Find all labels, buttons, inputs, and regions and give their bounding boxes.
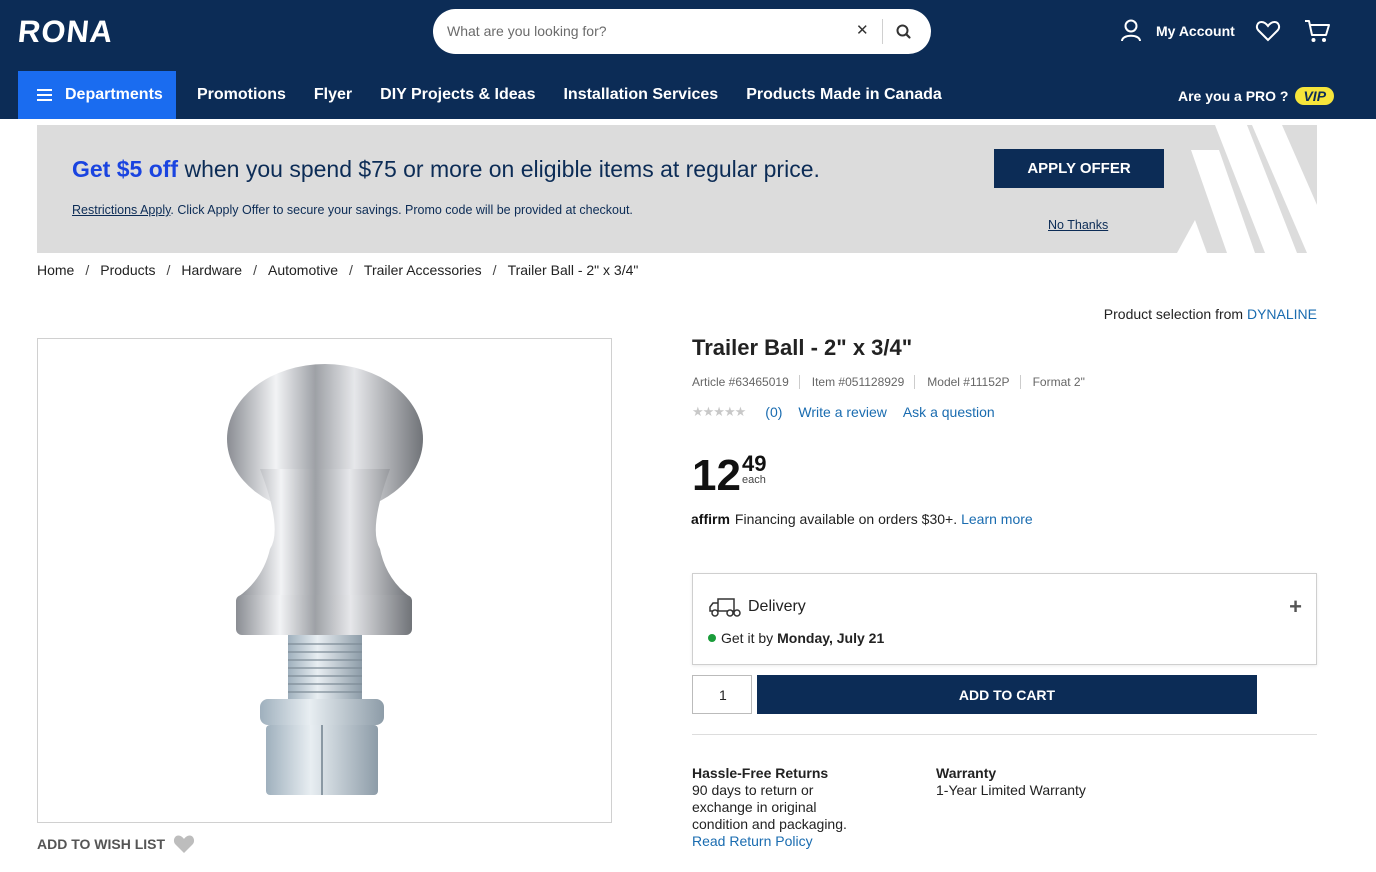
divider <box>692 734 1317 735</box>
decorative-stripes <box>1177 125 1317 253</box>
cart-button[interactable] <box>1303 18 1331 49</box>
nav-links: Promotions Flyer DIY Projects & Ideas In… <box>197 86 970 104</box>
clear-search-button[interactable]: ✕ <box>856 21 869 39</box>
search-bar: ✕ <box>433 9 931 54</box>
breadcrumb-separator: / <box>492 262 497 278</box>
search-divider <box>882 19 883 44</box>
warranty-title: Warranty <box>936 765 997 781</box>
brand-link[interactable]: DYNALINE <box>1247 306 1317 322</box>
wishlist-button[interactable] <box>1255 19 1281 48</box>
breadcrumb-automotive[interactable]: Automotive <box>268 262 338 278</box>
affirm-text: Financing available on orders $30+. <box>734 511 958 527</box>
pro-link[interactable]: Are you a PRO ? VIP <box>1178 87 1335 105</box>
breadcrumb-separator: / <box>349 262 353 278</box>
breadcrumb-current: Trailer Ball - 2" x 3/4" <box>507 262 639 278</box>
rating-row: ★★★★★ (0) Write a review Ask a question <box>692 404 1011 420</box>
eta-prefix: Get it by <box>721 630 774 646</box>
returns-title: Hassle-Free Returns <box>692 765 829 781</box>
heart-icon <box>1255 20 1281 42</box>
returns-info: Hassle-Free Returns 90 days to return or… <box>692 765 867 850</box>
selection-prefix: Product selection from <box>1103 306 1247 322</box>
price: 12 49 each <box>692 452 766 500</box>
delivery-header: Delivery <box>708 596 806 618</box>
product-selection: Product selection from DYNALINE <box>1104 306 1317 322</box>
user-icon <box>1121 19 1141 42</box>
my-account-label: My Account <box>1156 23 1235 39</box>
nav-link-diy-projects[interactable]: DIY Projects & Ideas <box>380 86 535 104</box>
write-review-link[interactable]: Write a review <box>798 404 886 420</box>
delivery-eta: Get it by Monday, July 21 <box>708 630 884 646</box>
my-account-link[interactable]: My Account <box>1120 19 1235 43</box>
format-value: Format 2" <box>1032 375 1085 389</box>
item-number: Item #051128929 <box>812 375 916 389</box>
search-button[interactable] <box>893 21 915 43</box>
model-number: Model #11152P <box>927 375 1021 389</box>
breadcrumb-hardware[interactable]: Hardware <box>181 262 242 278</box>
breadcrumb-home[interactable]: Home <box>37 262 74 278</box>
heart-icon <box>174 835 195 853</box>
price-cents: 49 <box>741 451 767 476</box>
add-to-cart-button[interactable]: ADD TO CART <box>757 675 1257 714</box>
promo-subtext-body: . Click Apply Offer to secure your savin… <box>170 203 633 217</box>
warranty-text: 1-Year Limited Warranty <box>936 782 1086 798</box>
promo-banner: Get $5 off when you spend $75 or more on… <box>37 125 1317 253</box>
vip-badge: VIP <box>1295 87 1335 105</box>
rona-logo[interactable]: RONA <box>16 14 115 50</box>
nav-link-installation-services[interactable]: Installation Services <box>563 86 718 104</box>
breadcrumb-separator: / <box>166 262 171 278</box>
nav-link-promotions[interactable]: Promotions <box>197 86 286 104</box>
quantity-input[interactable]: 1 <box>692 675 752 714</box>
breadcrumb-products[interactable]: Products <box>100 262 155 278</box>
breadcrumb-separator: / <box>253 262 257 278</box>
promo-headline: Get $5 off when you spend $75 or more on… <box>72 156 820 183</box>
promo-highlight: Get $5 off <box>72 156 179 182</box>
cart-icon <box>1305 20 1330 42</box>
affirm-financing: affirm Financing available on orders $30… <box>691 511 1033 527</box>
warranty-info: Warranty 1-Year Limited Warranty <box>936 765 1086 799</box>
eta-date: Monday, July 21 <box>777 630 885 646</box>
promo-headline-text: when you spend $75 or more on eligible i… <box>178 156 820 182</box>
site-header: RONA ✕ My Account Departments Promotions… <box>0 0 1376 119</box>
promo-subtext: Restrictions Apply. Click Apply Offer to… <box>72 203 633 217</box>
breadcrumb-trailer-accessories[interactable]: Trailer Accessories <box>364 262 482 278</box>
price-unit: each <box>741 474 766 486</box>
menu-icon <box>37 86 52 104</box>
delivery-panel[interactable]: Delivery + Get it by Monday, July 21 <box>692 573 1317 665</box>
article-number: Article #63465019 <box>692 375 800 389</box>
search-input[interactable] <box>447 20 827 42</box>
affirm-logo: affirm <box>691 511 730 527</box>
add-to-wish-list-button[interactable]: ADD TO WISH LIST <box>37 834 195 854</box>
trailer-ball-image <box>227 364 423 795</box>
product-identifiers: Article #63465019 Item #051128929 Model … <box>692 375 1107 389</box>
ask-question-link[interactable]: Ask a question <box>903 404 995 420</box>
delivery-title: Delivery <box>748 598 806 615</box>
restrictions-link[interactable]: Restrictions Apply <box>72 203 170 217</box>
nav-link-made-in-canada[interactable]: Products Made in Canada <box>746 86 942 104</box>
product-image-frame[interactable] <box>37 338 612 823</box>
expand-delivery-icon[interactable]: + <box>1289 594 1302 620</box>
departments-button[interactable]: Departments <box>18 71 176 119</box>
star-rating-icon: ★★★★★ <box>692 404 746 419</box>
learn-more-link[interactable]: Learn more <box>961 511 1033 527</box>
departments-label: Departments <box>65 86 163 103</box>
main-nav: Departments Promotions Flyer DIY Project… <box>0 71 1376 119</box>
truck-icon <box>709 598 741 617</box>
return-policy-link[interactable]: Read Return Policy <box>692 833 867 850</box>
price-whole: 12 <box>692 451 741 500</box>
product-title: Trailer Ball - 2" x 3/4" <box>692 335 913 360</box>
search-icon <box>896 24 911 39</box>
breadcrumb-separator: / <box>85 262 90 278</box>
review-count-link[interactable]: (0) <box>765 404 782 420</box>
price-fraction: 49 each <box>742 452 766 500</box>
pro-label: Are you a PRO ? <box>1178 88 1289 104</box>
apply-offer-button[interactable]: APPLY OFFER <box>994 149 1164 188</box>
returns-text: 90 days to return or exchange in origina… <box>692 782 847 832</box>
nav-link-flyer[interactable]: Flyer <box>314 86 352 104</box>
availability-dot <box>708 634 716 642</box>
no-thanks-link[interactable]: No Thanks <box>1048 218 1108 232</box>
wish-list-label: ADD TO WISH LIST <box>37 836 166 852</box>
breadcrumb: Home / Products / Hardware / Automotive … <box>37 262 638 278</box>
